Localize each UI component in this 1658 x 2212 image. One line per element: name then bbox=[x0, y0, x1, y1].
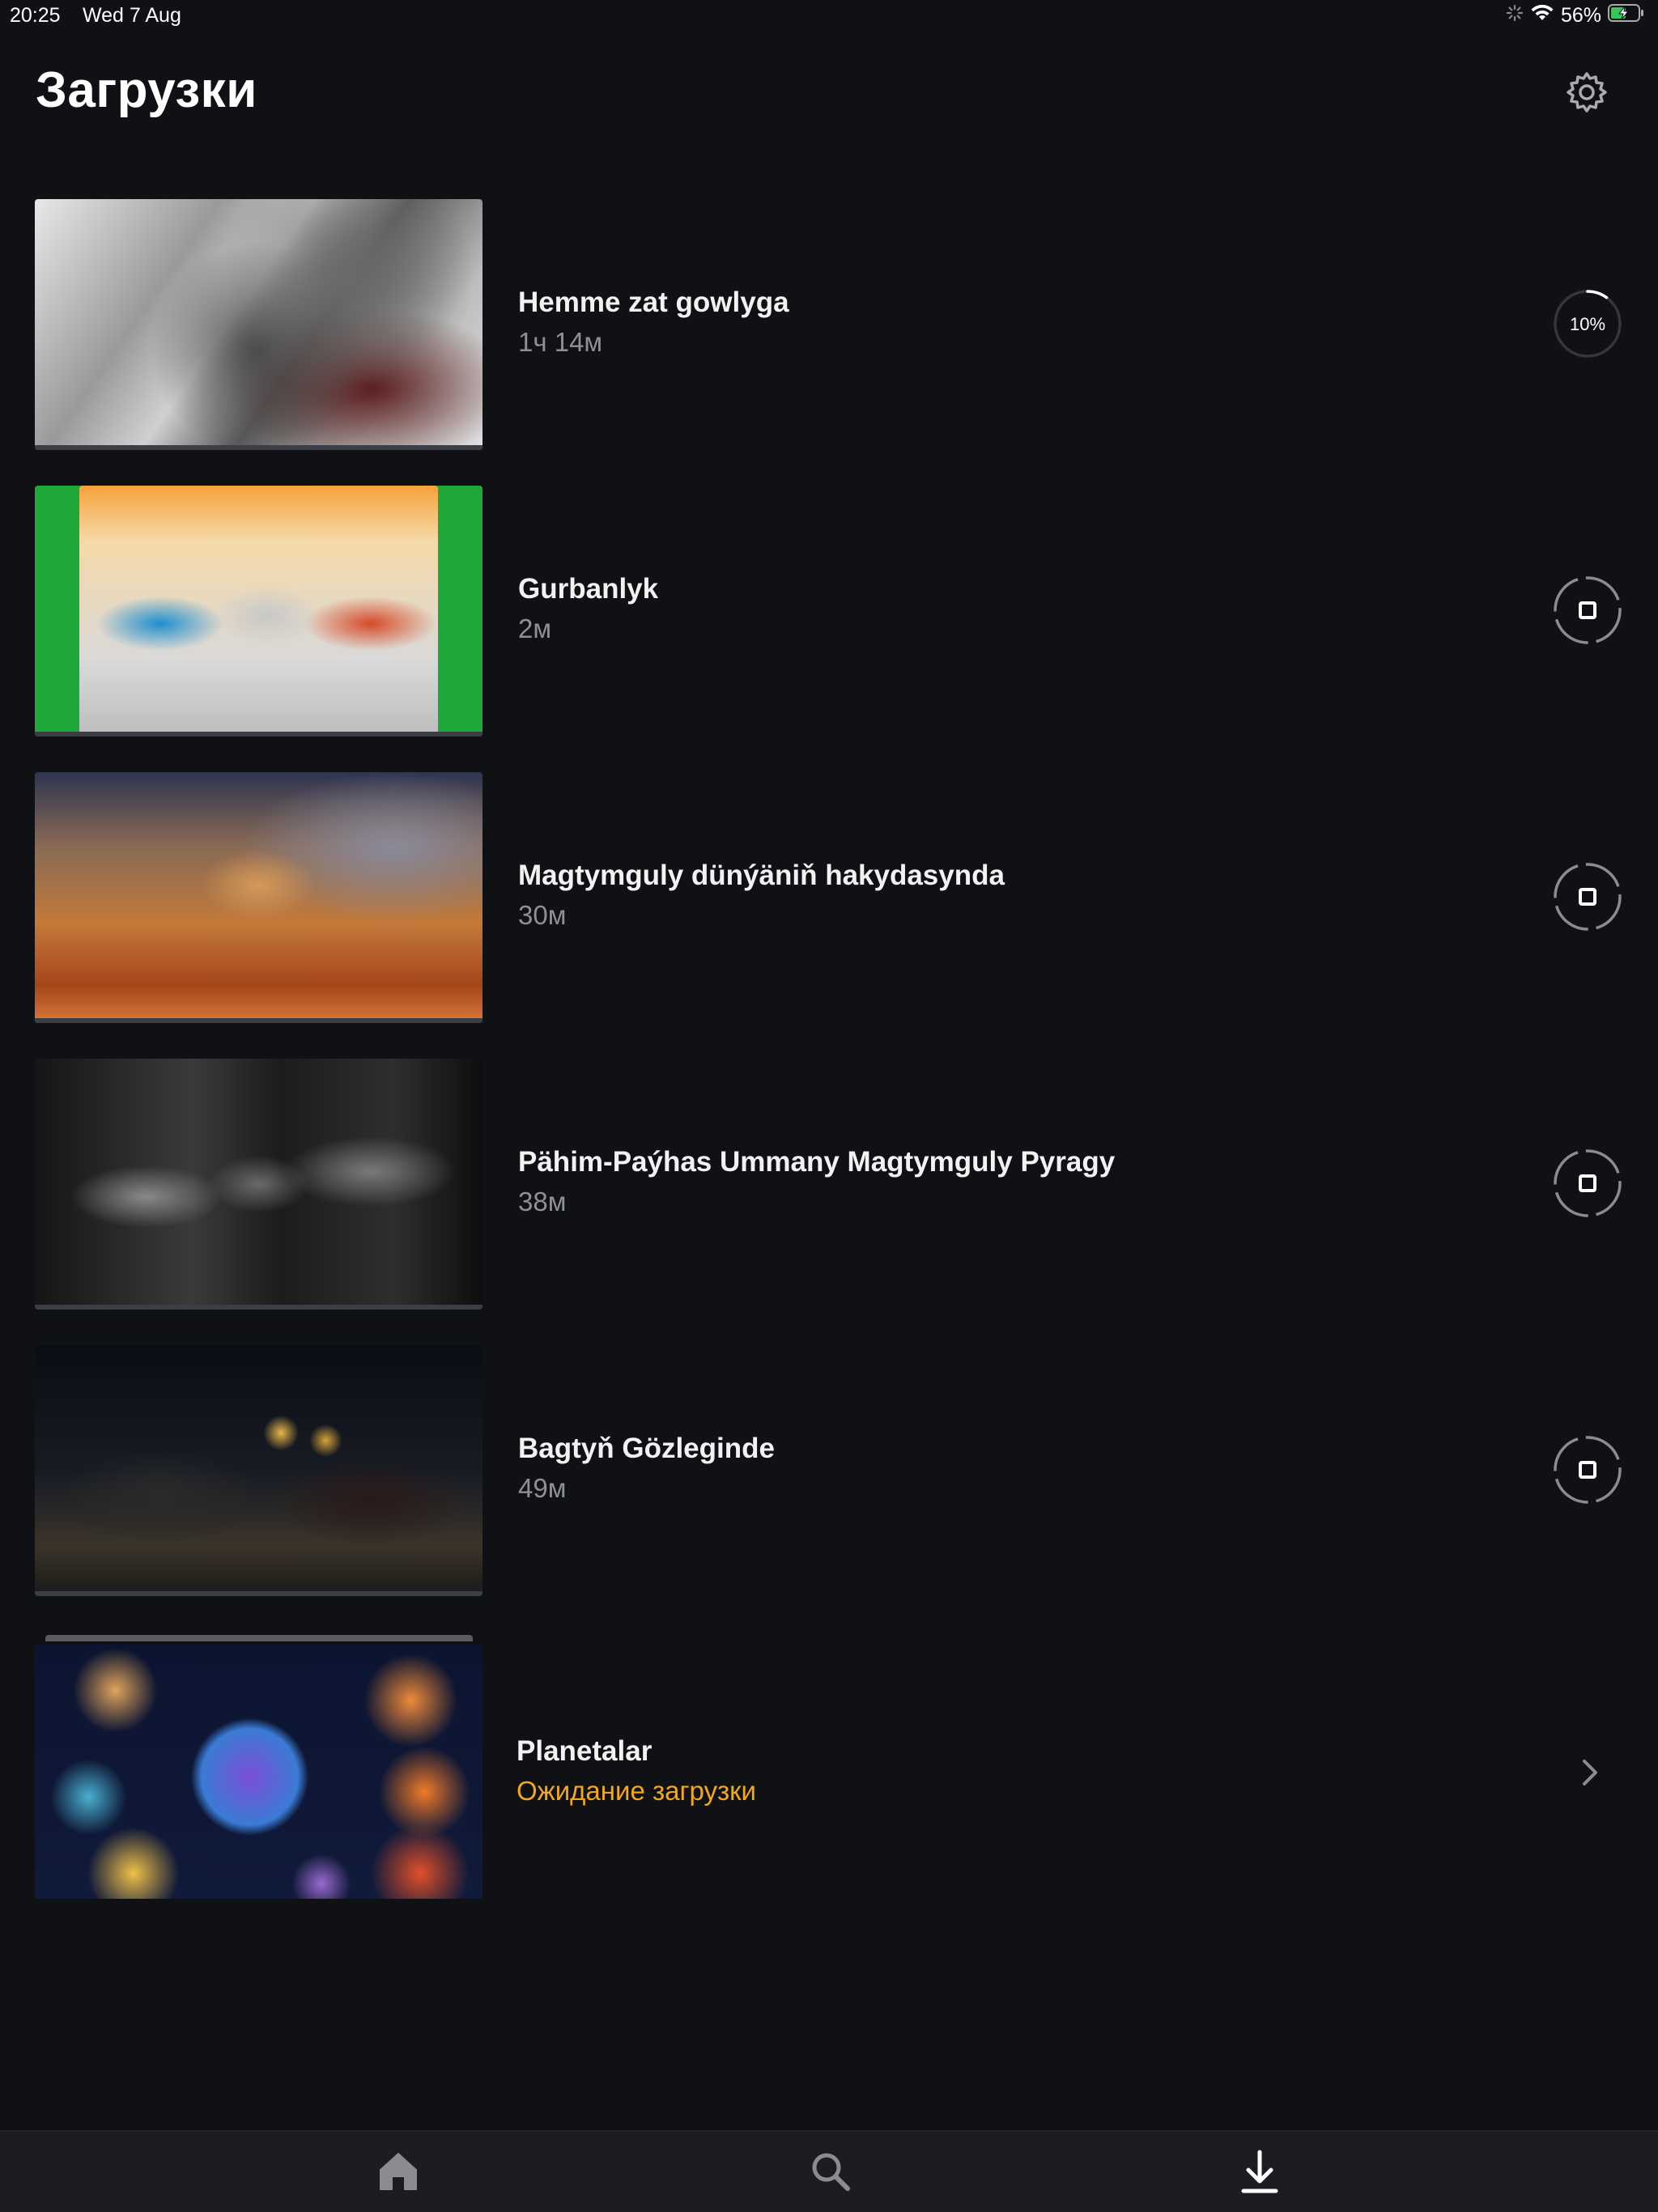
tab-search[interactable] bbox=[805, 2146, 857, 2197]
gear-icon bbox=[1563, 69, 1610, 120]
download-item[interactable]: Pähim-Paýhas Ummany Magtymguly Pyragy 38… bbox=[0, 1059, 1658, 1310]
stop-download-icon bbox=[1554, 1149, 1622, 1217]
battery-charging-icon bbox=[1608, 3, 1645, 28]
thumbnail bbox=[35, 486, 483, 737]
item-title: Gurbanlyk bbox=[518, 573, 659, 605]
stop-download-icon bbox=[1554, 576, 1622, 644]
item-title: Pähim-Paýhas Ummany Magtymguly Pyragy bbox=[518, 1146, 1116, 1178]
activity-spinner-icon bbox=[1506, 4, 1524, 28]
download-progress-track bbox=[35, 1591, 483, 1596]
item-title: Hemme zat gowlyga bbox=[518, 287, 789, 318]
download-progress-track bbox=[35, 1018, 483, 1023]
stop-download-icon bbox=[1554, 1436, 1622, 1504]
download-item[interactable]: Hemme zat gowlyga 1ч 14м 10% bbox=[0, 199, 1658, 450]
item-duration: 38м bbox=[518, 1187, 567, 1216]
progress-label: 10% bbox=[1570, 314, 1605, 334]
status-bar: 20:25 Wed 7 Aug 56% bbox=[0, 0, 1658, 32]
stop-download-button[interactable] bbox=[1552, 1148, 1623, 1219]
item-duration: 30м bbox=[518, 900, 567, 930]
item-title: Magtymguly dünýäniň hakydasynda bbox=[518, 860, 1005, 891]
download-progress-button[interactable]: 10% bbox=[1552, 288, 1623, 359]
download-progress-track bbox=[35, 445, 483, 450]
thumbnail bbox=[35, 1059, 483, 1310]
open-item-button[interactable] bbox=[1552, 1737, 1623, 1808]
status-date: Wed 7 Aug bbox=[83, 4, 181, 27]
download-item[interactable]: Magtymguly dünýäniň hakydasynda 30м bbox=[0, 772, 1658, 1023]
tab-bar bbox=[0, 2130, 1658, 2212]
item-status: Ожидание загрузки bbox=[517, 1776, 756, 1806]
tab-home[interactable] bbox=[372, 2146, 424, 2197]
stop-download-button[interactable] bbox=[1552, 861, 1623, 932]
status-time: 20:25 bbox=[10, 4, 61, 27]
item-duration: 2м bbox=[518, 614, 552, 643]
download-icon bbox=[1241, 2150, 1278, 2193]
download-progress-track bbox=[35, 1305, 483, 1310]
page-title: Загрузки bbox=[36, 62, 257, 118]
tab-downloads[interactable] bbox=[1234, 2146, 1286, 2197]
download-item[interactable]: Bagtyň Gözleginde 49м bbox=[0, 1345, 1658, 1596]
wifi-icon bbox=[1530, 4, 1554, 28]
stack-indicator bbox=[45, 1635, 473, 1641]
thumbnail bbox=[35, 1645, 483, 1899]
item-title: Bagtyň Gözleginde bbox=[518, 1433, 775, 1464]
download-progress-track bbox=[35, 732, 483, 737]
battery-percent: 56% bbox=[1560, 4, 1601, 27]
download-item[interactable]: Planetalar Ожидание загрузки bbox=[0, 1632, 1658, 1899]
stop-download-button[interactable] bbox=[1552, 575, 1623, 646]
search-icon bbox=[812, 2153, 850, 2191]
stop-download-button[interactable] bbox=[1552, 1434, 1623, 1505]
item-duration: 1ч 14м bbox=[518, 327, 603, 357]
progress-ring-icon: 10% bbox=[1554, 290, 1622, 358]
download-item[interactable]: Gurbanlyk 2м bbox=[0, 486, 1658, 737]
item-duration: 49м bbox=[518, 1473, 567, 1503]
status-icons: 56% bbox=[1506, 3, 1645, 28]
stop-download-icon bbox=[1554, 863, 1622, 931]
thumbnail bbox=[35, 772, 483, 1023]
home-icon bbox=[380, 2153, 417, 2190]
thumbnail bbox=[35, 199, 483, 450]
item-title: Planetalar bbox=[517, 1735, 653, 1767]
settings-button[interactable] bbox=[1561, 68, 1613, 120]
thumbnail bbox=[35, 1345, 483, 1596]
chevron-right-icon bbox=[1583, 1760, 1597, 1785]
